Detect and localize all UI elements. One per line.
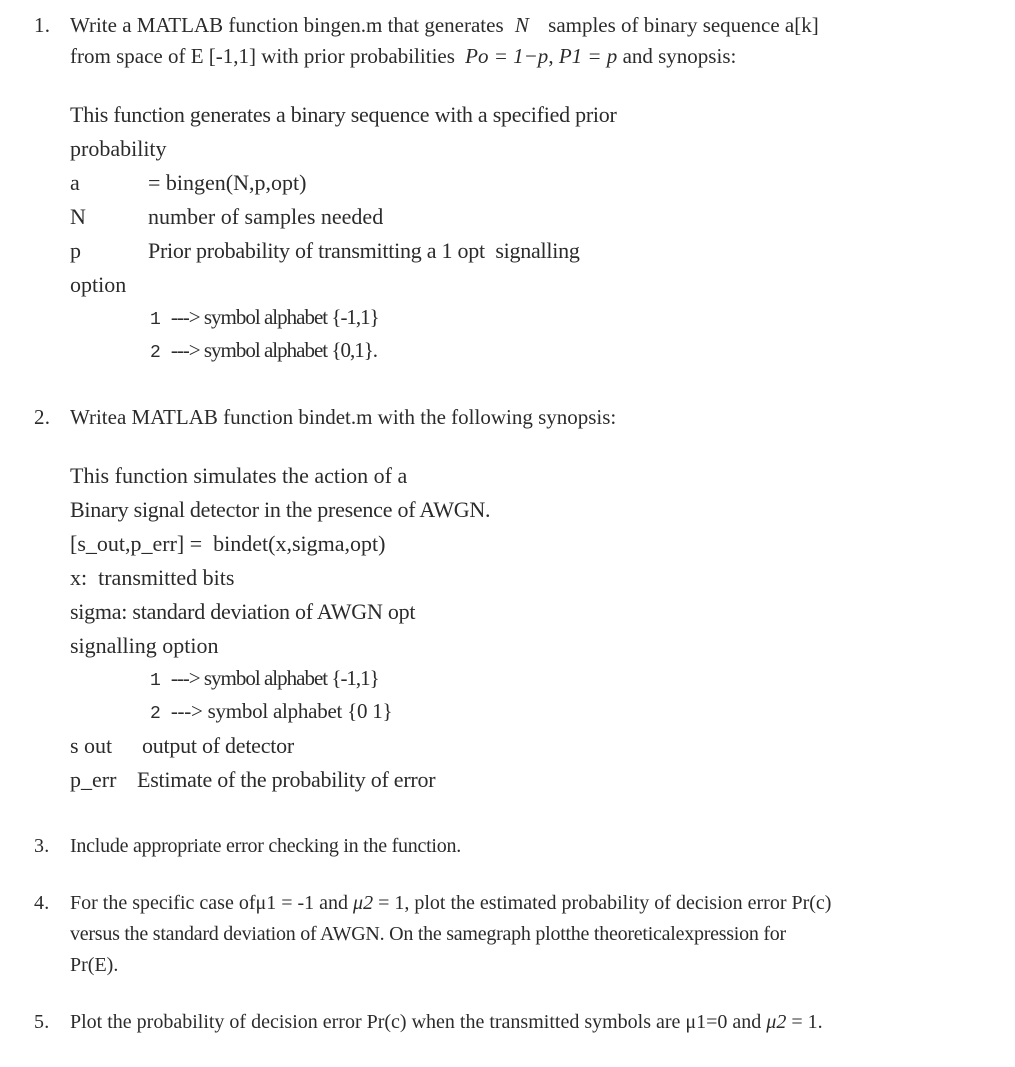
item5-text-pre: Plot the probability of decision error P… <box>70 1011 767 1033</box>
bindet-option-1-number: 1 <box>150 671 161 691</box>
list-item-3: 3. Include appropriate error checking in… <box>0 831 1015 862</box>
bindet-out-perr-label: p_err <box>70 767 117 792</box>
list-item-3-number: 3. <box>34 835 50 857</box>
item5-var-mu2: μ2 <box>766 1011 787 1033</box>
item1-text-b: samples of binary sequence a[k] <box>548 13 819 37</box>
bingen-option-1-number: 1 <box>150 310 161 330</box>
list-item-5-number: 5. <box>34 1011 50 1033</box>
item4-text-pre: For the specific case ofμ1 = -1 and <box>70 892 354 914</box>
list-item-5: 5. Plot the probability of decision erro… <box>0 1007 1015 1038</box>
bindet-out-perr-text: Estimate of the probability of error <box>137 767 436 792</box>
bingen-arg-p: p Prior probability of transmitting a 1 o… <box>70 234 1015 268</box>
list-item-1-body: Write a MATLAB function bingen.m that ge… <box>70 10 1015 72</box>
bindet-arg-sigma: sigma: standard deviation of AWGN opt <box>70 599 416 624</box>
bingen-option-1-text: ---> symbol alphabet {-1,1} <box>170 305 380 329</box>
bingen-arg-p-text: Prior probability of transmitting a 1 op… <box>148 238 580 263</box>
item5-text-post: = 1. <box>786 1011 823 1033</box>
item4-var-mu2: μ2 <box>353 892 374 914</box>
item1-text-a: Write a MATLAB function bingen.m that ge… <box>70 13 504 37</box>
list-item-1-line-1: Write a MATLAB function bingen.m that ge… <box>70 10 1015 41</box>
list-item-2-line: Writea MATLAB function bindet.m with the… <box>70 405 617 429</box>
document-page: 1. Write a MATLAB function bingen.m that… <box>0 10 1015 1067</box>
bindet-option-2-number: 2 <box>150 704 161 724</box>
bindet-arg-signalling-option: signalling option <box>70 633 219 658</box>
list-item-5-line: Plot the probability of decision error P… <box>70 1007 1015 1038</box>
bingen-arg-N-text: number of samples needed <box>148 204 384 229</box>
list-item-1-number: 1. <box>34 13 51 37</box>
item1-var-P0: Po = 1−p <box>465 44 549 68</box>
item1-text-e: and synopsis: <box>617 44 737 68</box>
list-item-4-number: 4. <box>34 892 50 914</box>
bingen-arg-option: option <box>70 272 127 297</box>
list-item-1-line-2: from space of E [-1,1] with prior probab… <box>70 41 1015 72</box>
list-item-1: 1. Write a MATLAB function bingen.m that… <box>0 10 1015 72</box>
item1-var-P1: P1 = p <box>558 44 618 68</box>
bindet-out-s: s out output of detector <box>70 729 1015 763</box>
bingen-option-2-text: ---> symbol alphabet {0,1}. <box>170 338 378 362</box>
bindet-signature: [s_out,p_err] = bindet(x,sigma,opt) <box>70 531 386 556</box>
bindet-option-1-text: ---> symbol alphabet {-1,1} <box>170 666 380 690</box>
bindet-out-perr: p_err Estimate of the probability of erro… <box>70 763 1015 797</box>
list-item-3-body: Include appropriate error checking in th… <box>70 831 1015 862</box>
bingen-option-1: 1 ---> symbol alphabet {-1,1} <box>70 302 1015 335</box>
item1-text-c: from space of E [-1,1] with prior probab… <box>70 44 455 68</box>
item1-var-N: N <box>514 13 529 37</box>
list-item-4-line-3: Pr(E). <box>70 954 119 976</box>
list-item-4-line-1: For the specific case ofμ1 = -1 and μ2 =… <box>70 888 1015 919</box>
bindet-desc-line-1: This function simulates the action of a <box>70 463 408 488</box>
bindet-arg-x: x: transmitted bits <box>70 565 235 590</box>
list-item-2-body: Writea MATLAB function bindet.m with the… <box>70 402 1015 433</box>
list-item-2-number: 2. <box>34 405 51 429</box>
bingen-arg-a-label: a <box>70 170 80 195</box>
bingen-option-2: 2 ---> symbol alphabet {0,1}. <box>70 335 1015 368</box>
bingen-arg-N: Nnumber of samples needed <box>70 200 1015 234</box>
bindet-option-2-text: ---> symbol alphabet {0 1} <box>170 699 393 723</box>
synopsis-bingen: This function generates a binary sequenc… <box>0 98 1015 368</box>
list-item-2: 2. Writea MATLAB function bindet.m with … <box>0 402 1015 433</box>
item1-text-d: , <box>548 44 559 68</box>
bindet-option-1: 1 ---> symbol alphabet {-1,1} <box>70 663 1015 696</box>
synopsis-bindet: This function simulates the action of a … <box>0 459 1015 797</box>
bingen-arg-N-label: N <box>70 204 86 229</box>
list-item-4-body: For the specific case ofμ1 = -1 and μ2 =… <box>70 888 1015 981</box>
list-item-4: 4. For the specific case ofμ1 = -1 and μ… <box>0 888 1015 981</box>
list-item-3-line: Include appropriate error checking in th… <box>70 835 461 857</box>
bingen-option-2-number: 2 <box>150 343 161 363</box>
list-item-4-line-2: versus the standard deviation of AWGN. O… <box>70 923 786 945</box>
bindet-out-s-label: s out <box>70 733 113 758</box>
bingen-desc-line-2: probability <box>70 136 167 161</box>
bindet-desc-line-2: Binary signal detector in the presence o… <box>70 497 491 522</box>
bingen-arg-a: a = bingen(N,p,opt) <box>70 166 1015 200</box>
bindet-out-s-text: output of detector <box>142 733 294 758</box>
bingen-desc-line-1: This function generates a binary sequenc… <box>70 102 617 127</box>
bindet-option-2: 2 ---> symbol alphabet {0 1} <box>70 696 1015 729</box>
list-item-5-body: Plot the probability of decision error P… <box>70 1007 1015 1038</box>
bingen-arg-p-label: p <box>70 238 81 263</box>
item4-text-post: = 1, plot the estimated probability of d… <box>373 892 832 914</box>
bingen-arg-a-text: = bingen(N,p,opt) <box>148 170 307 195</box>
